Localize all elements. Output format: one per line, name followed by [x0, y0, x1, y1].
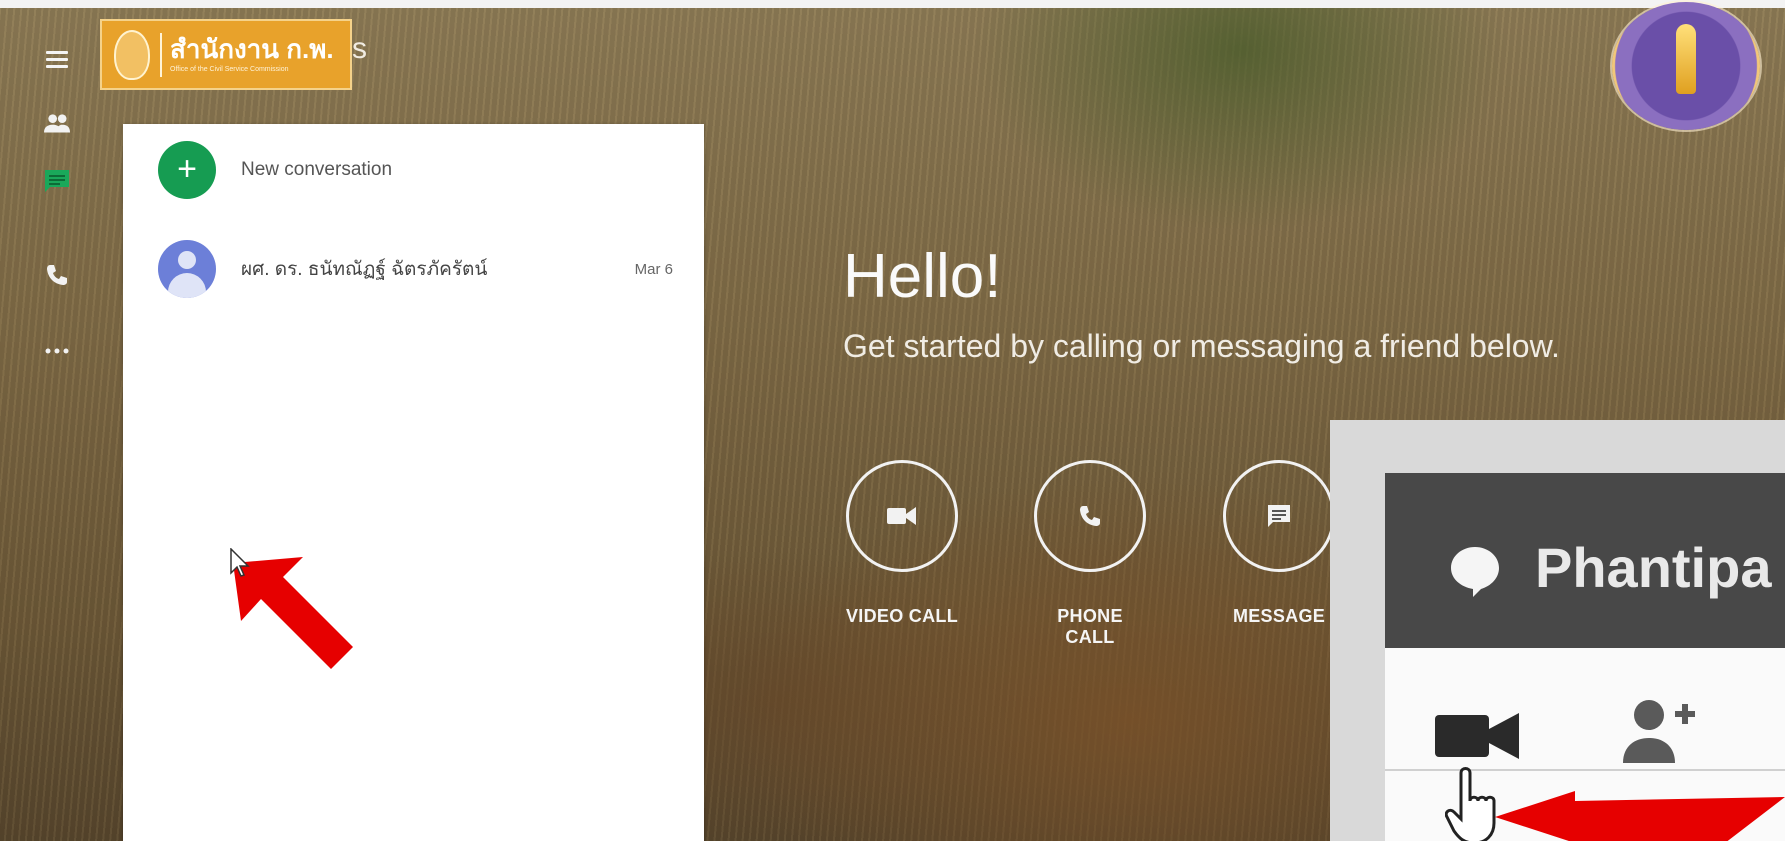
logo-subtext: Office of the Civil Service Commission: [170, 66, 289, 73]
chat-bubble-icon: [1451, 547, 1499, 597]
message-label: MESSAGE: [1232, 606, 1326, 626]
more-horizontal-icon[interactable]: [44, 338, 70, 364]
plus-icon: +: [158, 141, 216, 199]
logo-text: สำนักงาน ก.พ.: [170, 34, 334, 64]
people-icon[interactable]: [44, 110, 70, 136]
message-button[interactable]: MESSAGE: [1220, 460, 1338, 627]
mouse-cursor-icon: [230, 548, 250, 577]
inset-card: Phantipa: [1385, 473, 1785, 841]
seal-emblem: [1612, 2, 1760, 130]
conversation-list-item[interactable]: ผศ. ดร. ธนัทณัฏฐ์ ฉัตรภัครัตน์ Mar 6: [158, 239, 673, 299]
emblem-icon: [114, 29, 150, 80]
nav-rail: [0, 8, 110, 841]
phone-call-label: PHONE CALL: [1057, 606, 1123, 647]
torch-icon: [1676, 24, 1696, 94]
add-person-icon[interactable]: [1623, 697, 1695, 763]
inset-header: Phantipa: [1385, 473, 1785, 648]
conversation-name: ผศ. ดร. ธนัทณัฏฐ์ ฉัตรภัครัตน์: [241, 259, 488, 280]
top-strip: [0, 0, 1785, 8]
videocam-icon: [887, 507, 916, 525]
video-call-button[interactable]: VIDEO CALL: [843, 460, 961, 627]
new-conversation-button[interactable]: + New conversation: [158, 141, 392, 199]
greeting-subtitle: Get started by calling or messaging a fr…: [843, 328, 1560, 364]
app-name-tail: s: [352, 32, 367, 65]
conversation-date: Mar 6: [634, 260, 673, 278]
red-pointer-arrow: [1495, 791, 1785, 841]
phone-icon[interactable]: [44, 262, 70, 288]
phone-call-button[interactable]: PHONE CALL: [1031, 460, 1149, 648]
new-conversation-label: New conversation: [241, 159, 393, 180]
chat-icon[interactable]: [44, 168, 70, 194]
video-call-label: VIDEO CALL: [845, 606, 958, 626]
conversation-panel: + New conversation ผศ. ดร. ธนัทณัฏฐ์ ฉัต…: [123, 124, 704, 841]
message-icon: [1268, 505, 1290, 527]
organization-logo: สำนักงาน ก.พ. Office of the Civil Servic…: [100, 19, 352, 90]
hamburger-icon[interactable]: [44, 46, 70, 72]
zoomed-inset: Phantipa: [1330, 420, 1785, 841]
avatar: [158, 240, 216, 298]
inset-title: Phantipa: [1535, 536, 1772, 599]
videocam-icon[interactable]: [1435, 711, 1521, 761]
phone-icon: [1080, 506, 1100, 526]
greeting-heading: Hello!: [843, 242, 1002, 311]
